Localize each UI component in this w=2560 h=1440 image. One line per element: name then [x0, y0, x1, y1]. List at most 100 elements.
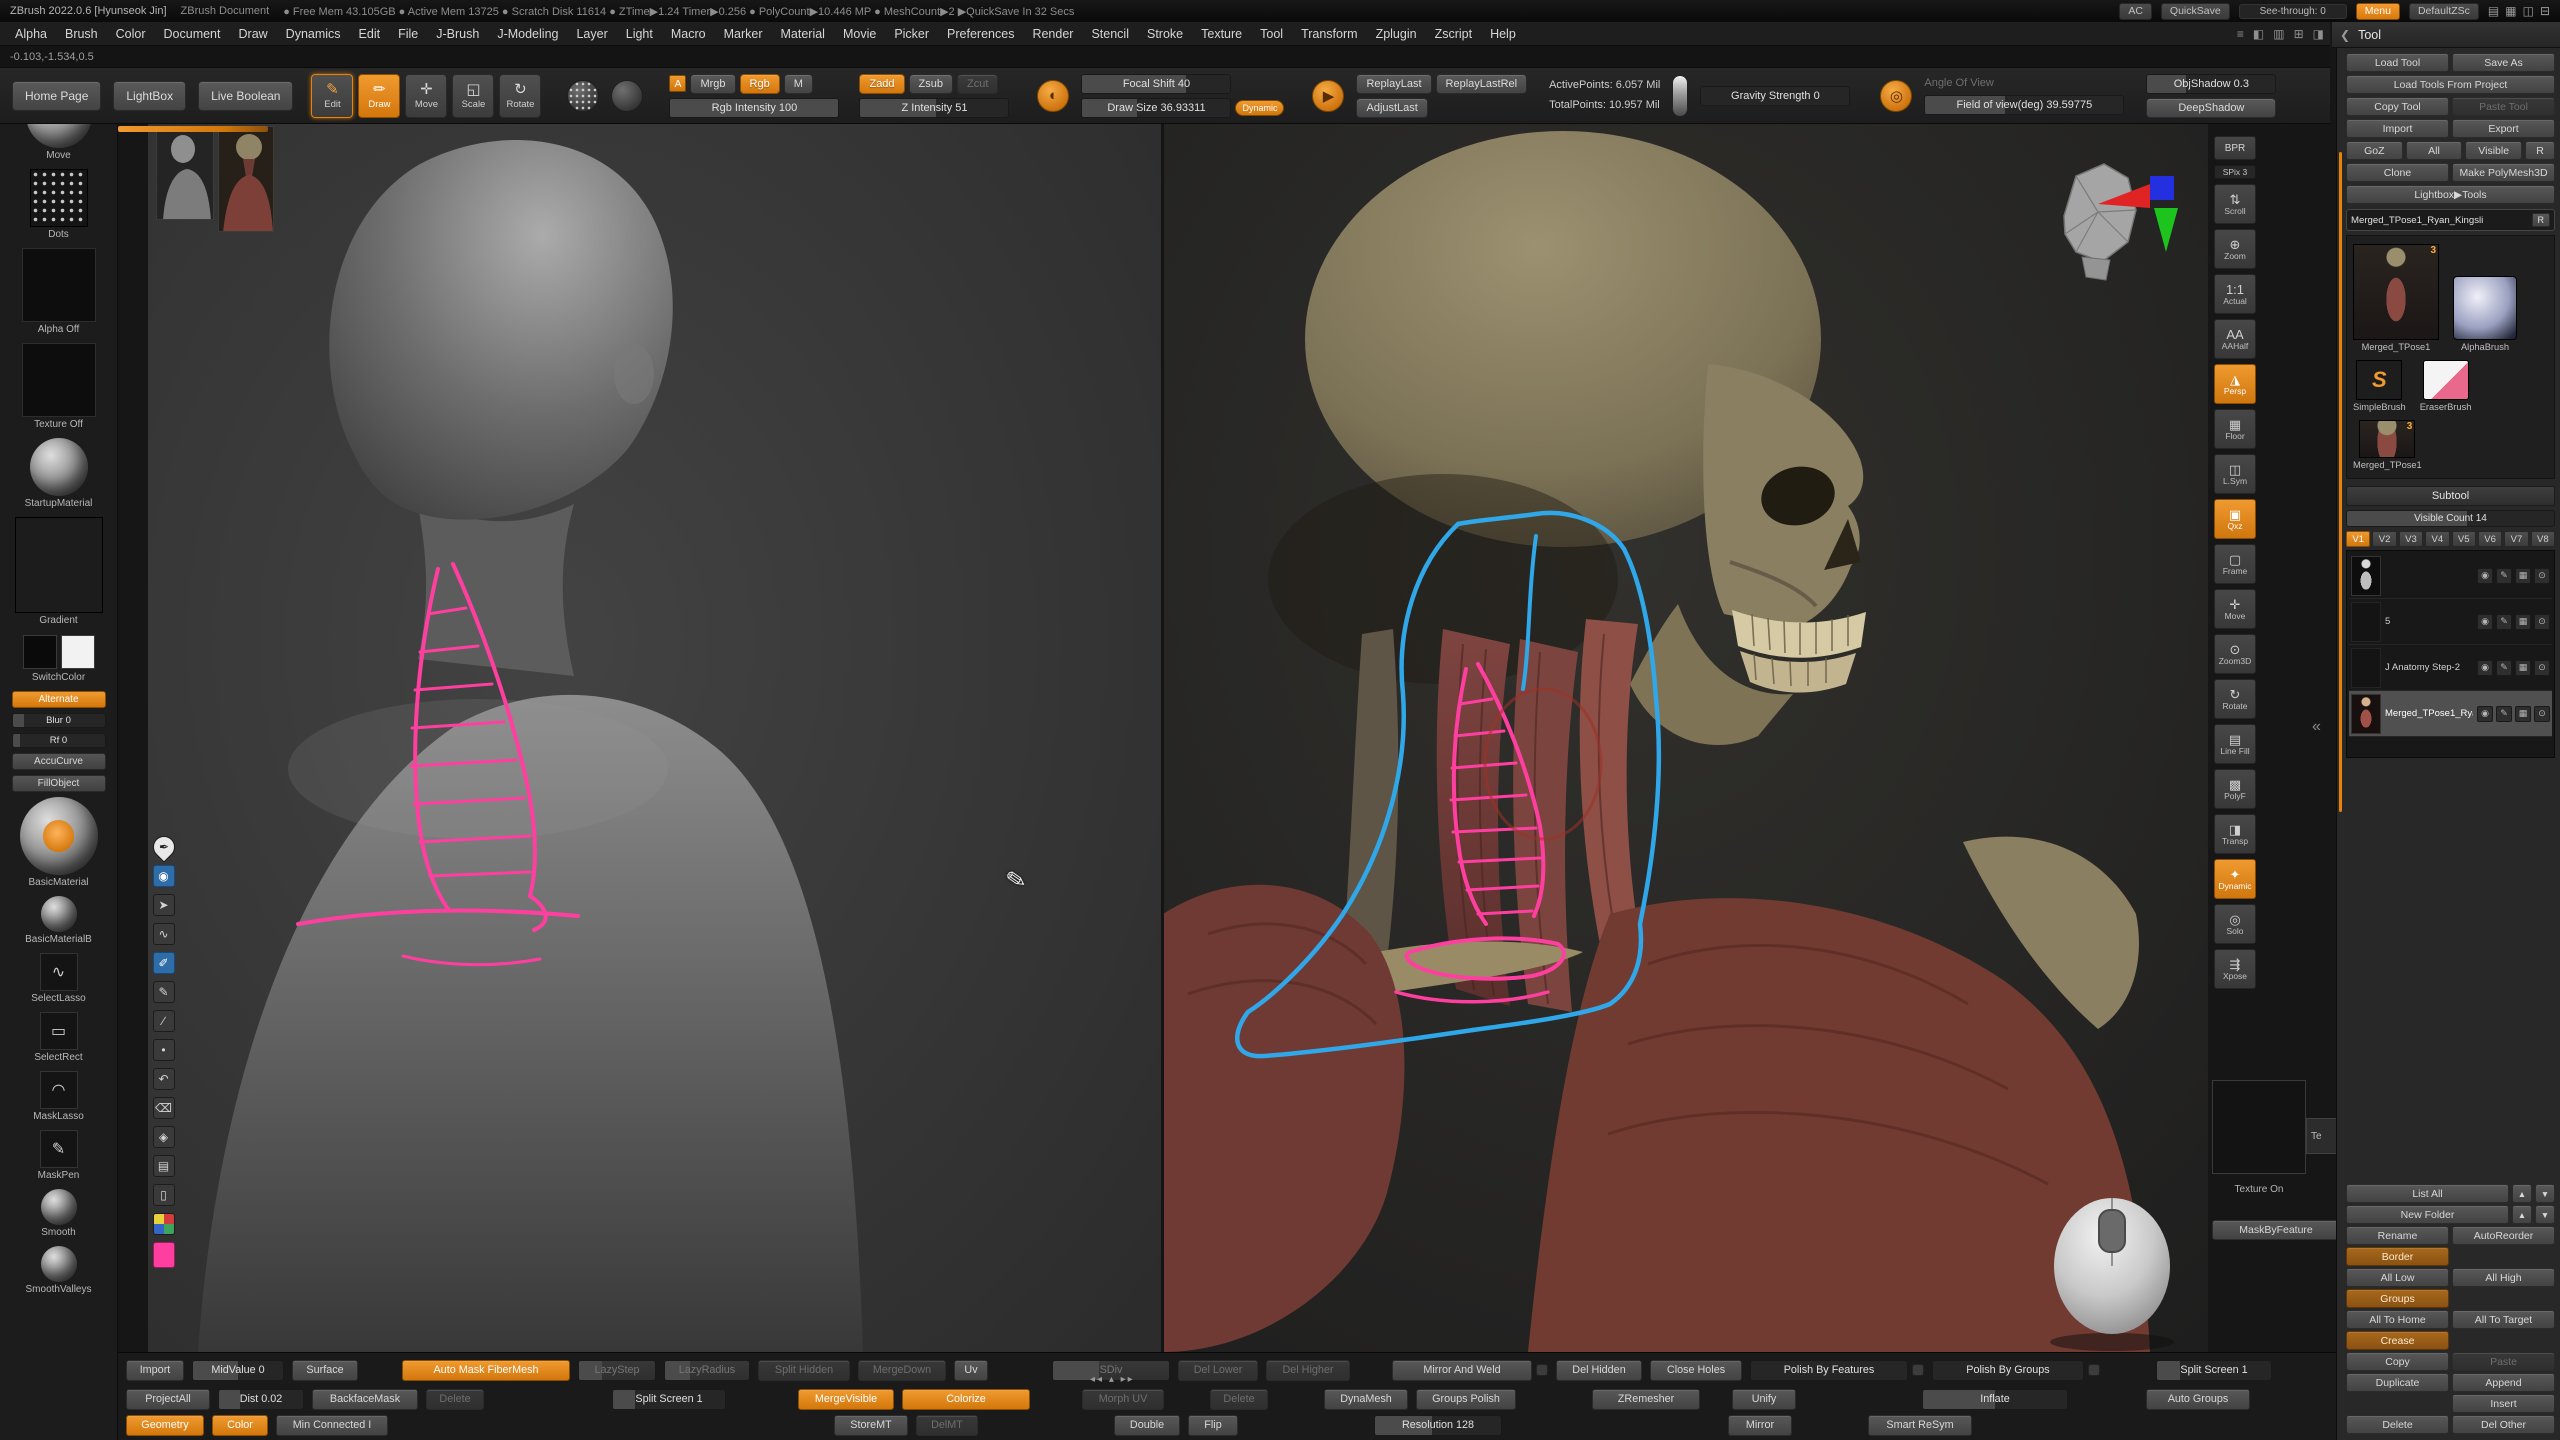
- strip-zoom-button[interactable]: ⊕Zoom: [2214, 229, 2256, 269]
- rgb-intensity-slider[interactable]: Rgb Intensity 100: [669, 98, 839, 118]
- current-stroke-button[interactable]: [567, 80, 599, 112]
- panel-all-low-button[interactable]: All Low: [2346, 1268, 2449, 1287]
- delete-button[interactable]: Delete: [1210, 1389, 1268, 1410]
- accucurve-button[interactable]: AccuCurve: [12, 753, 106, 770]
- strip-xpose-button[interactable]: ⇶Xpose: [2214, 949, 2256, 989]
- palette-dot-icon[interactable]: •: [153, 1039, 175, 1061]
- panel-list-all-button[interactable]: List All: [2346, 1184, 2509, 1203]
- panel-border-button[interactable]: Border: [2346, 1247, 2449, 1266]
- replay-icon[interactable]: ▶: [1312, 80, 1344, 112]
- menu-tool[interactable]: Tool: [1251, 25, 1292, 43]
- visibility-eye-icon[interactable]: ◉: [2477, 660, 2493, 676]
- panel-paste-button[interactable]: Paste: [2452, 1352, 2555, 1371]
- menu-render[interactable]: Render: [1023, 25, 1082, 43]
- split-hidden-button[interactable]: Split Hidden: [758, 1360, 850, 1381]
- home-page-button[interactable]: Home Page: [12, 81, 101, 111]
- strip-move-button[interactable]: ✛Move: [2214, 589, 2256, 629]
- split-screen-1-slider[interactable]: Split Screen 1: [612, 1389, 726, 1410]
- flip-button[interactable]: Flip: [1188, 1415, 1238, 1436]
- polyframe-icon[interactable]: ▦: [2515, 568, 2531, 584]
- mode-edit-button[interactable]: ✎Edit: [311, 74, 353, 118]
- del-hidden-button[interactable]: Del Hidden: [1556, 1360, 1642, 1381]
- mirror-and-weld-button[interactable]: Mirror And Weld: [1392, 1360, 1532, 1381]
- ac-button[interactable]: AC: [2119, 3, 2152, 20]
- storemt-button[interactable]: StoreMT: [834, 1415, 908, 1436]
- tp-r-button[interactable]: R: [2525, 141, 2555, 160]
- strip-bpr-button[interactable]: BPR: [2214, 136, 2256, 160]
- polyframe-icon[interactable]: ▦: [2515, 660, 2531, 676]
- subtool-item-item[interactable]: ◉✎▦⊙: [2349, 553, 2552, 599]
- texture-preview[interactable]: [2212, 1080, 2306, 1174]
- mask-icon[interactable]: ⊙: [2534, 660, 2550, 676]
- menu-toggle-button[interactable]: Menu: [2356, 3, 2400, 20]
- mode-scale-button[interactable]: ◱Scale: [452, 74, 494, 118]
- split-screen-1-slider[interactable]: Split Screen 1: [2156, 1360, 2272, 1381]
- polish-by-groups-toggle[interactable]: [2088, 1364, 2100, 1376]
- subtool-tab-v8[interactable]: V8: [2531, 531, 2555, 547]
- mode-move-button[interactable]: ✛Move: [405, 74, 447, 118]
- panel-item-button[interactable]: ▼: [2535, 1205, 2555, 1224]
- colorize-button[interactable]: Colorize: [902, 1389, 1030, 1410]
- palette-layers-icon[interactable]: ▤: [153, 1155, 175, 1177]
- shelf-maskpen-tool[interactable]: ✎MaskPen: [20, 1130, 98, 1181]
- mask-by-feature-button[interactable]: MaskByFeature: [2212, 1220, 2340, 1240]
- menu-marker[interactable]: Marker: [715, 25, 772, 43]
- menu-preferences[interactable]: Preferences: [938, 25, 1023, 43]
- mirror-and-weld-toggle[interactable]: [1536, 1364, 1548, 1376]
- m-button[interactable]: M: [784, 74, 813, 94]
- shelf-smooth-tool[interactable]: Smooth: [20, 1189, 98, 1238]
- shelf-startupmaterial-tool[interactable]: StartupMaterial: [15, 438, 103, 509]
- palette-pencil-icon[interactable]: ✎: [153, 981, 175, 1003]
- paint-icon[interactable]: ✎: [2496, 614, 2512, 630]
- tp-visible-button[interactable]: Visible: [2465, 141, 2522, 160]
- tool-thumb-eraserbrush[interactable]: EraserBrush: [2420, 360, 2472, 412]
- panel-groups-button[interactable]: Groups: [2346, 1289, 2449, 1308]
- panel-append-button[interactable]: Append: [2452, 1373, 2555, 1392]
- strip-scroll-button[interactable]: ⇅Scroll: [2214, 184, 2256, 224]
- menu-file[interactable]: File: [389, 25, 427, 43]
- subtool-tab-v5[interactable]: V5: [2452, 531, 2476, 547]
- strip-rotate-button[interactable]: ↻Rotate: [2214, 679, 2256, 719]
- menu-help[interactable]: Help: [1481, 25, 1525, 43]
- shelf-gradient-tool[interactable]: Gradient: [15, 517, 103, 626]
- lazystep-slider[interactable]: LazyStep: [578, 1360, 656, 1381]
- menubar-icon-1[interactable]: ≡: [2237, 27, 2244, 41]
- mergedown-button[interactable]: MergeDown: [858, 1360, 946, 1381]
- mode-rotate-button[interactable]: ↻Rotate: [499, 74, 541, 118]
- window-layout-icon-2[interactable]: ▦: [2505, 5, 2516, 17]
- z-intensity-slider[interactable]: Z Intensity 51: [859, 98, 1009, 118]
- paint-icon[interactable]: ✎: [2496, 568, 2512, 584]
- mirror-button[interactable]: Mirror: [1728, 1415, 1792, 1436]
- menu-movie[interactable]: Movie: [834, 25, 885, 43]
- mergevisible-button[interactable]: MergeVisible: [798, 1389, 894, 1410]
- menu-color[interactable]: Color: [107, 25, 155, 43]
- strip-aahalf-button[interactable]: AAAAHalf: [2214, 319, 2256, 359]
- panel-insert-button[interactable]: Insert: [2452, 1394, 2555, 1413]
- strip-frame-button[interactable]: ▢Frame: [2214, 544, 2256, 584]
- menubar-icon-5[interactable]: ◨: [2313, 27, 2324, 41]
- surface-button[interactable]: Surface: [292, 1360, 358, 1381]
- del-lower-button[interactable]: Del Lower: [1178, 1360, 1258, 1381]
- document-thumbnail-2[interactable]: [218, 126, 274, 232]
- current-alpha-button[interactable]: [611, 80, 643, 112]
- resolution-128-slider[interactable]: Resolution 128: [1374, 1415, 1502, 1436]
- collapse-panel-icon[interactable]: ❮: [2340, 28, 2350, 42]
- menu-zplugin[interactable]: Zplugin: [1367, 25, 1426, 43]
- quicksave-button[interactable]: QuickSave: [2161, 3, 2230, 20]
- brush-settings-icon[interactable]: ◐: [1037, 80, 1069, 112]
- panel-item-button[interactable]: ▲: [2512, 1205, 2532, 1224]
- palette-palette-icon[interactable]: [153, 1213, 175, 1235]
- close-holes-button[interactable]: Close Holes: [1650, 1360, 1742, 1381]
- window-layout-icon-4[interactable]: ⊟: [2540, 5, 2550, 17]
- tool-thumb-simplebrush[interactable]: SSimpleBrush: [2353, 360, 2406, 412]
- double-button[interactable]: Double: [1114, 1415, 1180, 1436]
- polyframe-icon[interactable]: ▦: [2515, 706, 2531, 722]
- window-layout-icon-1[interactable]: ▤: [2488, 5, 2499, 17]
- shelf-switchcolor-tool[interactable]: SwitchColor: [15, 634, 103, 683]
- document-thumbnail-1[interactable]: [156, 126, 214, 220]
- uv-button[interactable]: Uv: [954, 1360, 988, 1381]
- shelf-masklasso-tool[interactable]: ◠MaskLasso: [20, 1071, 98, 1122]
- palette-lasso-icon[interactable]: ∿: [153, 923, 175, 945]
- palette-brush-icon[interactable]: ✐: [153, 952, 175, 974]
- menu-draw[interactable]: Draw: [230, 25, 277, 43]
